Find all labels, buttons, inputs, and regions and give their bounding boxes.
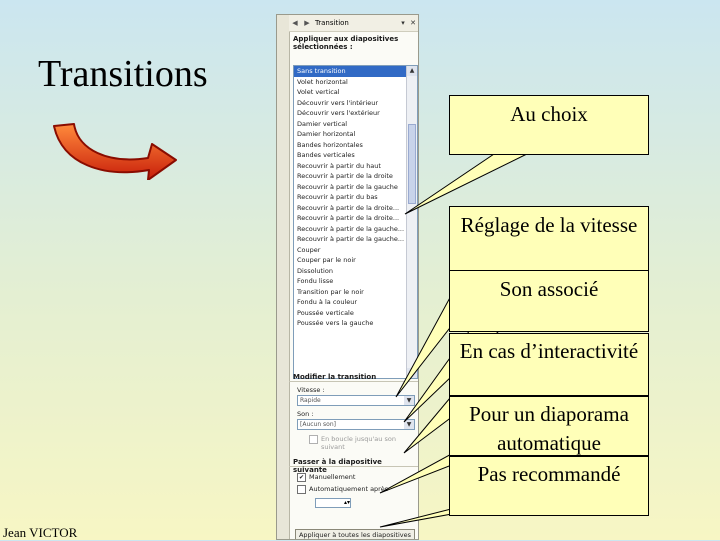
callout-not-recommended: Pas recommandé [449, 456, 649, 516]
author-footer: Jean VICTOR [3, 525, 78, 540]
callout-speed: Réglage de la vitesse [449, 206, 649, 272]
callout-sound: Son associé [449, 270, 649, 332]
callout-automatic: Pour un diaporama automatique [449, 396, 649, 456]
callout-interactivity: En cas d’interactivité [449, 333, 649, 396]
callout-choice: Au choix [449, 95, 649, 155]
callout-pointer-choice [404, 149, 536, 215]
